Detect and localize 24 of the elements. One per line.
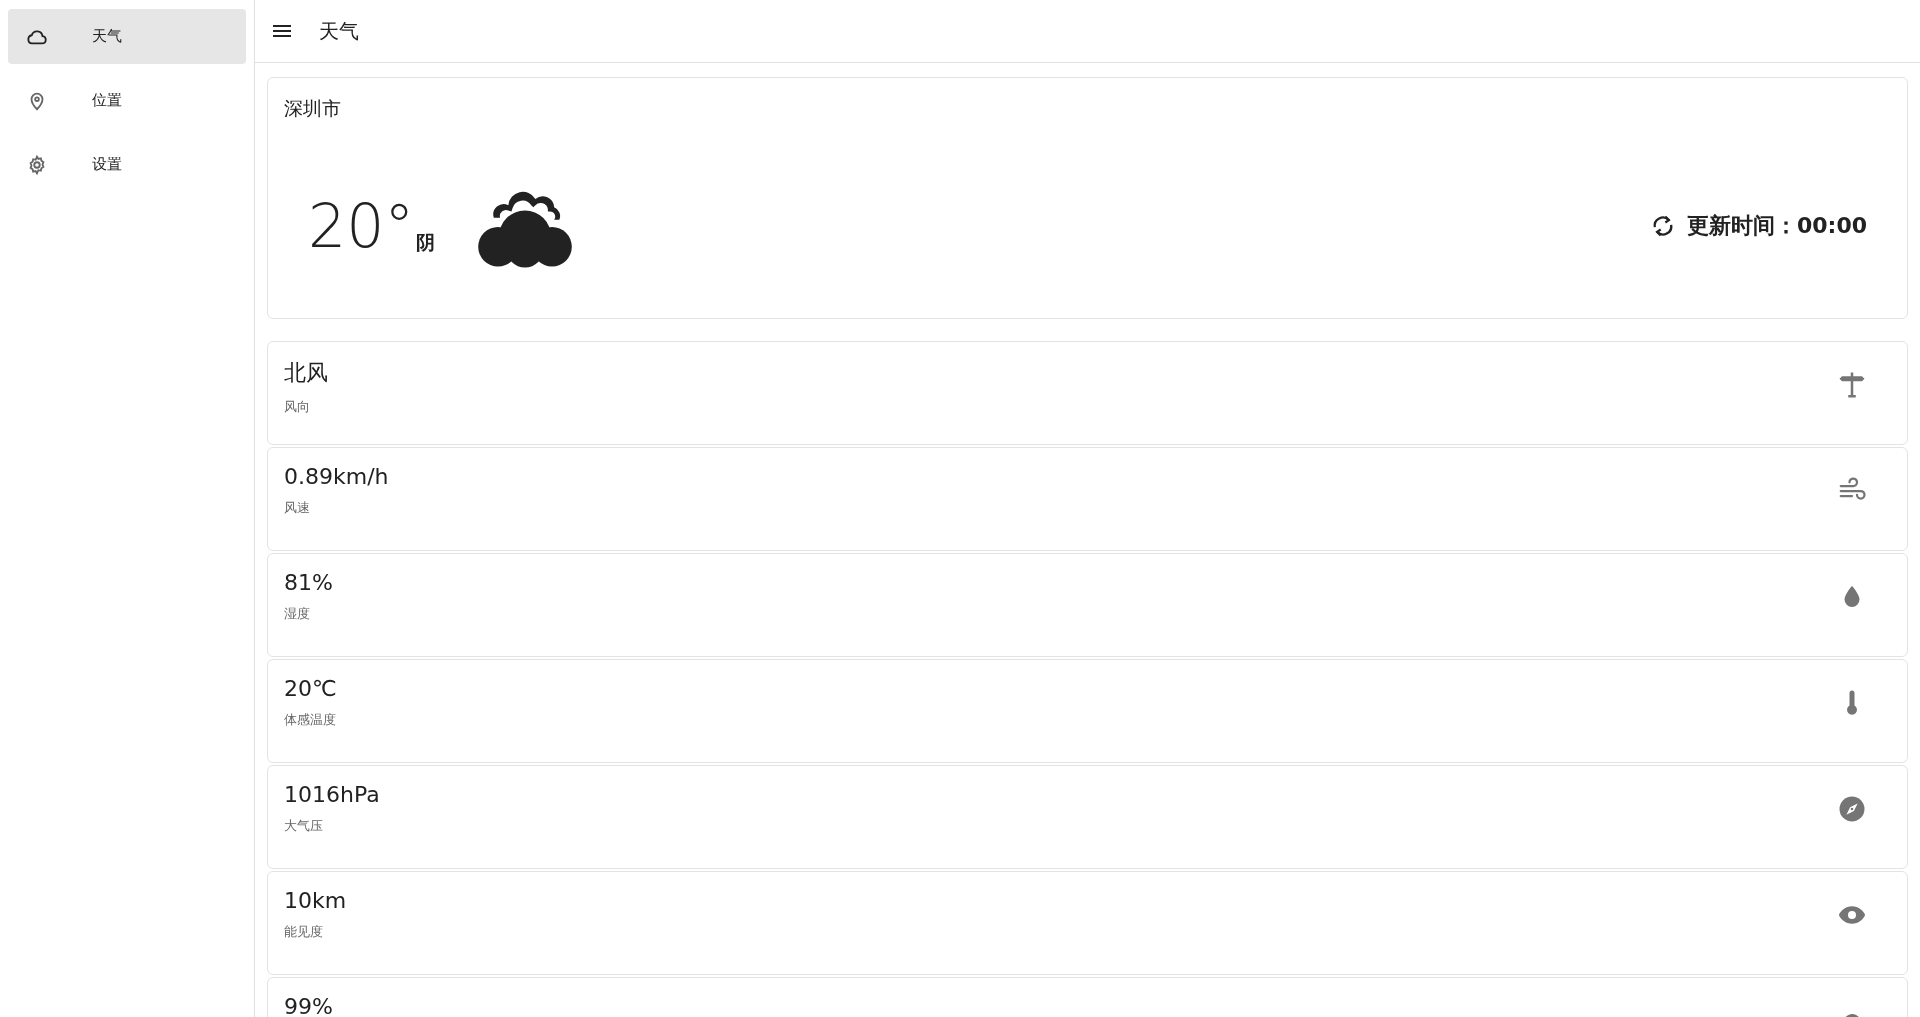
detail-label: 风速 <box>284 499 311 517</box>
detail-value: 99% <box>284 994 333 1017</box>
menu-icon[interactable] <box>273 25 291 37</box>
detail-value: 81% <box>284 570 333 595</box>
nav-item[interactable]: 位置 <box>8 73 246 128</box>
nav-item[interactable]: 天气 <box>8 9 246 64</box>
weather-condition: 阴 <box>416 230 436 255</box>
detail-label: 湿度 <box>284 605 311 623</box>
detail-label: 风向 <box>284 398 311 416</box>
signpost-icon <box>1837 370 1867 400</box>
detail-value: 0.89km/h <box>284 464 389 489</box>
detail-value: 10km <box>284 888 347 913</box>
detail-value: 北风 <box>284 359 328 387</box>
temperature: 20° <box>308 191 415 261</box>
city-name: 深圳市 <box>284 96 342 121</box>
compass-icon <box>1837 794 1867 824</box>
detail-value: 1016hPa <box>284 782 380 807</box>
update-time: 更新时间：00:00 <box>1686 212 1867 240</box>
detail-label: 能见度 <box>284 923 324 941</box>
detail-value: 20℃ <box>284 676 337 701</box>
detail-label: 体感温度 <box>284 711 337 729</box>
detail-label: 大气压 <box>284 817 324 835</box>
page-title: 天气 <box>319 17 359 45</box>
nav-item[interactable]: 设置 <box>8 137 246 192</box>
